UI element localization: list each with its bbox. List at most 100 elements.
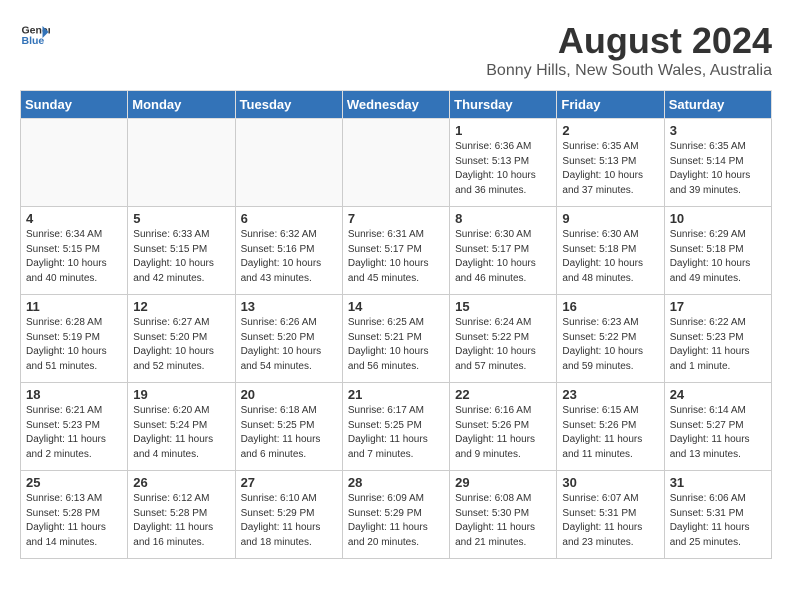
- weekday-header-cell: Friday: [557, 91, 664, 119]
- day-info: Sunrise: 6:17 AM Sunset: 5:25 PM Dayligh…: [348, 404, 444, 462]
- day-info: Sunrise: 6:09 AM Sunset: 5:29 PM Dayligh…: [348, 492, 444, 550]
- day-number: 23: [562, 387, 658, 402]
- calendar-cell: 10 Sunrise: 6:29 AM Sunset: 5:18 PM Dayli…: [664, 207, 771, 295]
- calendar-cell: 3 Sunrise: 6:35 AM Sunset: 5:14 PM Daylig…: [664, 119, 771, 207]
- calendar-cell: 19Sunrise: 6:20 AM Sunset: 5:24 PM Dayli…: [128, 383, 235, 471]
- weekday-header-cell: Tuesday: [235, 91, 342, 119]
- calendar-cell: 21 Sunrise: 6:17 AM Sunset: 5:25 PM Dayli…: [342, 383, 449, 471]
- calendar-week-row: 18 Sunrise: 6:21 AM Sunset: 5:23 PM Dayli…: [21, 383, 772, 471]
- day-number: 8: [455, 211, 551, 226]
- day-number: 14: [348, 299, 444, 314]
- logo: General Blue: [20, 20, 50, 50]
- calendar-cell: 12 Sunrise: 6:27 AM Sunset: 5:20 PM Dayli…: [128, 295, 235, 383]
- day-number: 24: [670, 387, 766, 402]
- day-number: 25: [26, 475, 122, 490]
- calendar-cell: 6 Sunrise: 6:32 AM Sunset: 5:16 PM Daylig…: [235, 207, 342, 295]
- day-info: Sunrise: 6:34 AM Sunset: 5:15 PM Dayligh…: [26, 228, 122, 286]
- calendar-cell: 17 Sunrise: 6:22 AM Sunset: 5:23 PM Dayli…: [664, 295, 771, 383]
- calendar-cell: 18 Sunrise: 6:21 AM Sunset: 5:23 PM Dayli…: [21, 383, 128, 471]
- svg-text:Blue: Blue: [22, 35, 45, 47]
- day-number: 15: [455, 299, 551, 314]
- calendar-cell: 22 Sunrise: 6:16 AM Sunset: 5:26 PM Dayli…: [450, 383, 557, 471]
- day-info: Sunrise: 6:29 AM Sunset: 5:18 PM Dayligh…: [670, 228, 766, 286]
- day-info: Sunrise: 6:27 AM Sunset: 5:20 PM Dayligh…: [133, 316, 229, 374]
- page-header: General Blue August 2024 Bonny Hills, Ne…: [20, 20, 772, 80]
- day-number: 2: [562, 123, 658, 138]
- day-number: 31: [670, 475, 766, 490]
- calendar-cell: [128, 119, 235, 207]
- day-info: Sunrise: 6:36 AM Sunset: 5:13 PM Dayligh…: [455, 140, 551, 198]
- weekday-header-cell: Thursday: [450, 91, 557, 119]
- calendar-cell: 31 Sunrise: 6:06 AM Sunset: 5:31 PM Dayli…: [664, 471, 771, 559]
- day-number: 7: [348, 211, 444, 226]
- logo-icon: General Blue: [20, 20, 50, 50]
- day-number: 5: [133, 211, 229, 226]
- day-info: Sunrise: 6:15 AM Sunset: 5:26 PM Dayligh…: [562, 404, 658, 462]
- day-info: Sunrise: 6:12 AM Sunset: 5:28 PM Dayligh…: [133, 492, 229, 550]
- calendar-cell: 16 Sunrise: 6:23 AM Sunset: 5:22 PM Dayli…: [557, 295, 664, 383]
- weekday-header-row: SundayMondayTuesdayWednesdayThursdayFrid…: [21, 91, 772, 119]
- day-number: 9: [562, 211, 658, 226]
- day-number: 28: [348, 475, 444, 490]
- day-info: Sunrise: 6:06 AM Sunset: 5:31 PM Dayligh…: [670, 492, 766, 550]
- calendar-cell: 30 Sunrise: 6:07 AM Sunset: 5:31 PM Dayli…: [557, 471, 664, 559]
- day-number: 11: [26, 299, 122, 314]
- day-info: Sunrise: 6:13 AM Sunset: 5:28 PM Dayligh…: [26, 492, 122, 550]
- day-info: Sunrise: 6:10 AM Sunset: 5:29 PM Dayligh…: [241, 492, 337, 550]
- calendar-cell: [342, 119, 449, 207]
- weekday-header-cell: Wednesday: [342, 91, 449, 119]
- day-info: Sunrise: 6:26 AM Sunset: 5:20 PM Dayligh…: [241, 316, 337, 374]
- day-number: 4: [26, 211, 122, 226]
- day-info: Sunrise: 6:08 AM Sunset: 5:30 PM Dayligh…: [455, 492, 551, 550]
- day-info: Sunrise: 6:16 AM Sunset: 5:26 PM Dayligh…: [455, 404, 551, 462]
- calendar-body: 1Sunrise: 6:36 AM Sunset: 5:13 PM Daylig…: [21, 119, 772, 559]
- calendar-cell: 26Sunrise: 6:12 AM Sunset: 5:28 PM Dayli…: [128, 471, 235, 559]
- calendar-cell: 29 Sunrise: 6:08 AM Sunset: 5:30 PM Dayli…: [450, 471, 557, 559]
- calendar-cell: [21, 119, 128, 207]
- calendar-cell: 15 Sunrise: 6:24 AM Sunset: 5:22 PM Dayli…: [450, 295, 557, 383]
- day-info: Sunrise: 6:28 AM Sunset: 5:19 PM Dayligh…: [26, 316, 122, 374]
- calendar-cell: 2 Sunrise: 6:35 AM Sunset: 5:13 PM Daylig…: [557, 119, 664, 207]
- calendar-cell: 9Sunrise: 6:30 AM Sunset: 5:18 PM Daylig…: [557, 207, 664, 295]
- location-subtitle: Bonny Hills, New South Wales, Australia: [486, 62, 772, 80]
- calendar-cell: 8 Sunrise: 6:30 AM Sunset: 5:17 PM Daylig…: [450, 207, 557, 295]
- calendar-cell: 27 Sunrise: 6:10 AM Sunset: 5:29 PM Dayli…: [235, 471, 342, 559]
- title-area: August 2024 Bonny Hills, New South Wales…: [486, 20, 772, 80]
- day-info: Sunrise: 6:21 AM Sunset: 5:23 PM Dayligh…: [26, 404, 122, 462]
- day-number: 12: [133, 299, 229, 314]
- weekday-header-cell: Monday: [128, 91, 235, 119]
- day-number: 3: [670, 123, 766, 138]
- calendar-cell: 20Sunrise: 6:18 AM Sunset: 5:25 PM Dayli…: [235, 383, 342, 471]
- day-info: Sunrise: 6:33 AM Sunset: 5:15 PM Dayligh…: [133, 228, 229, 286]
- day-info: Sunrise: 6:24 AM Sunset: 5:22 PM Dayligh…: [455, 316, 551, 374]
- calendar-cell: 14Sunrise: 6:25 AM Sunset: 5:21 PM Dayli…: [342, 295, 449, 383]
- calendar-week-row: 25 Sunrise: 6:13 AM Sunset: 5:28 PM Dayli…: [21, 471, 772, 559]
- day-number: 18: [26, 387, 122, 402]
- day-number: 22: [455, 387, 551, 402]
- day-number: 21: [348, 387, 444, 402]
- calendar-week-row: 1Sunrise: 6:36 AM Sunset: 5:13 PM Daylig…: [21, 119, 772, 207]
- day-number: 29: [455, 475, 551, 490]
- day-info: Sunrise: 6:32 AM Sunset: 5:16 PM Dayligh…: [241, 228, 337, 286]
- day-number: 30: [562, 475, 658, 490]
- calendar-cell: 7Sunrise: 6:31 AM Sunset: 5:17 PM Daylig…: [342, 207, 449, 295]
- day-info: Sunrise: 6:07 AM Sunset: 5:31 PM Dayligh…: [562, 492, 658, 550]
- month-year-title: August 2024: [486, 20, 772, 62]
- day-number: 27: [241, 475, 337, 490]
- day-info: Sunrise: 6:30 AM Sunset: 5:17 PM Dayligh…: [455, 228, 551, 286]
- day-info: Sunrise: 6:22 AM Sunset: 5:23 PM Dayligh…: [670, 316, 766, 374]
- day-info: Sunrise: 6:35 AM Sunset: 5:14 PM Dayligh…: [670, 140, 766, 198]
- day-info: Sunrise: 6:35 AM Sunset: 5:13 PM Dayligh…: [562, 140, 658, 198]
- day-info: Sunrise: 6:18 AM Sunset: 5:25 PM Dayligh…: [241, 404, 337, 462]
- day-info: Sunrise: 6:23 AM Sunset: 5:22 PM Dayligh…: [562, 316, 658, 374]
- day-number: 6: [241, 211, 337, 226]
- day-number: 16: [562, 299, 658, 314]
- day-number: 13: [241, 299, 337, 314]
- calendar-cell: 5 Sunrise: 6:33 AM Sunset: 5:15 PM Daylig…: [128, 207, 235, 295]
- calendar-week-row: 11 Sunrise: 6:28 AM Sunset: 5:19 PM Dayli…: [21, 295, 772, 383]
- day-info: Sunrise: 6:14 AM Sunset: 5:27 PM Dayligh…: [670, 404, 766, 462]
- calendar-cell: 1Sunrise: 6:36 AM Sunset: 5:13 PM Daylig…: [450, 119, 557, 207]
- day-number: 17: [670, 299, 766, 314]
- calendar-cell: 13 Sunrise: 6:26 AM Sunset: 5:20 PM Dayli…: [235, 295, 342, 383]
- day-number: 10: [670, 211, 766, 226]
